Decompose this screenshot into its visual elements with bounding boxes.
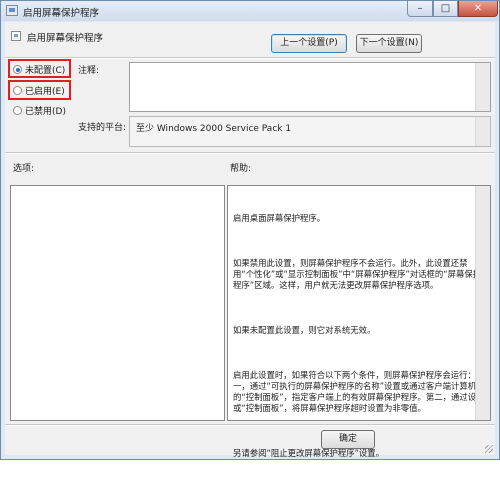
window-title: 启用屏幕保护程序 — [23, 8, 100, 19]
radio-disabled[interactable]: 已禁用(D) — [13, 104, 66, 118]
ok-button[interactable]: 确定 — [321, 430, 375, 449]
highlight-annotation — [8, 59, 71, 78]
dialog-client-area: 启用屏幕保护程序 上一个设置(P) 下一个设置(N) 未配置(C) 已启用(E)… — [5, 22, 495, 458]
maximize-button[interactable]: □ — [433, 1, 458, 17]
help-paragraph: 启用此设置时，如果符合以下两个条件，则屏幕保护程序会运行：第一，通过“可执行的屏… — [233, 369, 485, 414]
help-paragraph: 如果禁用此设置，则屏幕保护程序不会运行。此外，此设置还禁用“个性化”或“显示控制… — [233, 258, 482, 291]
policy-name: 启用屏幕保护程序 — [27, 33, 104, 44]
platform-scrollbar[interactable] — [475, 117, 490, 146]
options-panel — [10, 185, 225, 421]
footer-divider — [5, 424, 495, 426]
options-label: 选项: — [13, 164, 35, 174]
minimize-button[interactable]: – — [407, 1, 433, 17]
title-bar[interactable]: 启用屏幕保护程序 – □ ✕ — [1, 1, 499, 21]
platform-field: 至少 Windows 2000 Service Pack 1 — [129, 116, 491, 147]
comment-label: 注释: — [78, 66, 100, 76]
highlight-annotation — [8, 80, 71, 100]
previous-setting-button[interactable]: 上一个设置(P) — [271, 34, 347, 53]
platform-value: 至少 Windows 2000 Service Pack 1 — [136, 124, 292, 134]
resize-grip-icon[interactable] — [485, 445, 493, 453]
close-button[interactable]: ✕ — [458, 1, 498, 17]
help-paragraph: 启用桌面屏幕保护程序。 — [233, 213, 326, 224]
help-scrollbar[interactable] — [475, 186, 490, 420]
radio-icon — [13, 106, 22, 115]
help-paragraph: 如果未配置此设置，则它对系统无效。 — [233, 325, 376, 336]
radio-label: 已禁用(D) — [25, 107, 66, 117]
help-label: 帮助: — [230, 164, 252, 174]
platform-label: 支持的平台: — [78, 123, 127, 133]
next-setting-button[interactable]: 下一个设置(N) — [356, 34, 422, 53]
section-divider — [5, 152, 495, 154]
policy-dialog-window: 启用屏幕保护程序 – □ ✕ 启用屏幕保护程序 上一个设置(P) 下一个设置(N… — [0, 0, 500, 460]
help-panel: 启用桌面屏幕保护程序。 如果禁用此设置，则屏幕保护程序不会运行。此外，此设置还禁… — [227, 185, 491, 458]
comment-textarea[interactable] — [129, 62, 491, 112]
header-divider — [5, 57, 495, 59]
policy-icon — [6, 5, 18, 16]
setting-icon — [11, 31, 21, 41]
comment-scrollbar[interactable] — [475, 63, 490, 111]
help-paragraph: 另请参阅“阻止更改屏幕保护程序”设置。 — [233, 447, 385, 458]
